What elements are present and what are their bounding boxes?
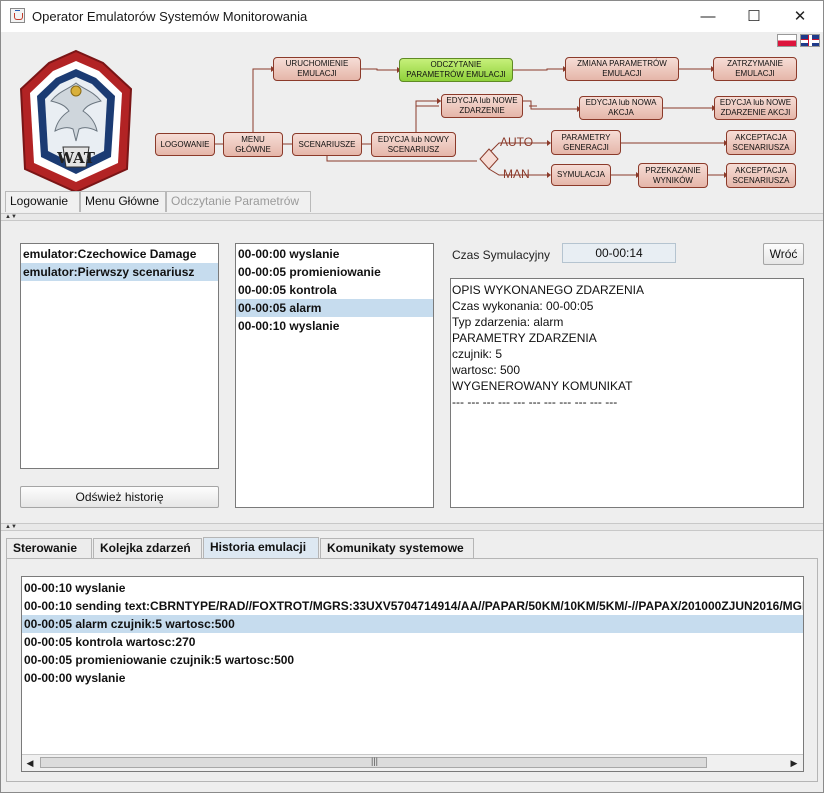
history-list[interactable]: 00-00:10 wyslanie 00-00:10 sending text:…	[21, 576, 804, 772]
list-item[interactable]: 00-00:05 kontrola	[236, 281, 433, 299]
history-row[interactable]: 00-00:05 promieniowanie czujnik:5 wartos…	[22, 651, 803, 669]
history-row[interactable]: 00-00:10 wyslanie	[22, 579, 803, 597]
scroll-right-icon[interactable]: ▶	[786, 755, 802, 771]
flow-zatrzymanie-emulacji[interactable]: ZATRZYMANIE EMULACJI	[713, 57, 797, 81]
sim-time-label: Czas Symulacyjny	[452, 248, 551, 262]
nav-tab-menu-glowne[interactable]: Menu Główne	[80, 191, 166, 212]
history-row[interactable]: 00-00:05 kontrola wartosc:270	[22, 633, 803, 651]
flow-zmiana-parametrow[interactable]: ZMIANA PARAMETRÓW EMULACJI	[565, 57, 679, 81]
nav-tab-logowanie[interactable]: Logowanie	[5, 191, 80, 212]
description-line: Typ zdarzenia: alarm	[452, 315, 564, 329]
history-row[interactable]: 00-00:05 alarm czujnik:5 wartosc:500	[22, 615, 803, 633]
tab-komunikaty-systemowe[interactable]: Komunikaty systemowe	[320, 538, 474, 558]
list-item[interactable]: 00-00:05 alarm	[236, 299, 433, 317]
splitter-arrows-icon[interactable]: ▲▼	[5, 214, 17, 221]
flow-scenariusze[interactable]: SCENARIUSZE	[292, 133, 362, 156]
flow-edycja-zdarzenie-akcji[interactable]: EDYCJA lub NOWE ZDARZENIE AKCJI	[714, 96, 797, 120]
description-line: --- --- --- --- --- --- --- --- --- --- …	[452, 395, 618, 409]
description-line: czujnik: 5	[452, 347, 503, 361]
sim-time-value: 00-00:14	[562, 243, 676, 263]
app-window: Operator Emulatorów Systemów Monitorowan…	[0, 0, 824, 793]
flow-akceptacja-scenariusza-man[interactable]: AKCEPTACJA SCENARIUSZA	[726, 163, 796, 188]
flow-menu-glowne[interactable]: MENU GŁÓWNE	[223, 132, 283, 157]
history-horizontal-scrollbar[interactable]: ◀ ||| ▶	[22, 754, 803, 771]
refresh-history-button[interactable]: Odśwież historię	[20, 486, 219, 508]
tab-sterowanie[interactable]: Sterowanie	[6, 538, 92, 558]
list-item[interactable]: 00-00:05 promieniowanie	[236, 263, 433, 281]
flow-logowanie[interactable]: LOGOWANIE	[155, 133, 215, 156]
bottom-splitter[interactable]: ▲▼	[1, 523, 823, 531]
scrollbar-grip-icon: |||	[371, 756, 379, 766]
flow-label-man: MAN	[503, 167, 530, 181]
description-line: WYGENEROWANY KOMUNIKAT	[452, 379, 633, 393]
flow-symulacja[interactable]: SYMULACJA	[551, 164, 611, 186]
description-line: Czas wykonania: 00-00:05	[452, 299, 594, 313]
history-row[interactable]: 00-00:00 wyslanie	[22, 669, 803, 687]
list-item[interactable]: emulator:Czechowice Damage	[21, 245, 218, 263]
scroll-left-icon[interactable]: ◀	[22, 755, 38, 771]
tab-historia-emulacji[interactable]: Historia emulacji	[203, 537, 319, 558]
description-line: wartosc: 500	[452, 363, 521, 377]
event-description: OPIS WYKONANEGO ZDARZENIA Czas wykonania…	[450, 278, 804, 508]
tab-kolejka-zdarzen[interactable]: Kolejka zdarzeń	[93, 538, 202, 558]
list-item[interactable]: 00-00:00 wyslanie	[236, 245, 433, 263]
history-row[interactable]: 00-00:10 sending text:CBRNTYPE/RAD//FOXT…	[22, 597, 803, 615]
flow-edycja-nowy-scenariusz[interactable]: EDYCJA lub NOWY SCENARIUSZ	[371, 132, 456, 157]
splitter-arrows-icon[interactable]: ▲▼	[5, 524, 17, 531]
flow-edycja-nowa-akcja[interactable]: EDYCJA lub NOWA AKCJA	[579, 96, 663, 120]
description-line: PARAMETRY ZDARZENIA	[452, 331, 597, 345]
nav-tab-odczytanie-parametrow: Odczytanie Parametrów	[166, 191, 311, 212]
flow-odczytanie-parametrow[interactable]: ODCZYTANIE PARAMETRÓW EMULACJI	[399, 58, 513, 82]
flow-label-auto: AUTO	[500, 135, 534, 149]
flow-uruchomienie-emulacji[interactable]: URUCHOMIENIE EMULACJI	[273, 57, 361, 81]
event-list[interactable]: 00-00:00 wyslanie 00-00:05 promieniowani…	[235, 243, 434, 508]
flow-parametry-generacji[interactable]: PARAMETRY GENERACJI	[551, 130, 621, 155]
top-splitter[interactable]: ▲▼	[1, 213, 823, 221]
list-item[interactable]: emulator:Pierwszy scenariusz	[21, 263, 218, 281]
flow-przekazanie-wynikow[interactable]: PRZEKAZANIE WYNIKÓW	[638, 163, 708, 188]
scrollbar-thumb[interactable]: |||	[40, 756, 707, 768]
description-line: OPIS WYKONANEGO ZDARZENIA	[452, 283, 645, 297]
back-button[interactable]: Wróć	[763, 243, 804, 265]
flow-edycja-nowe-zdarzenie[interactable]: EDYCJA lub NOWE ZDARZENIE	[441, 94, 523, 118]
flow-akceptacja-scenariusza-auto[interactable]: AKCEPTACJA SCENARIUSZA	[726, 130, 796, 155]
emulator-list[interactable]: emulator:Czechowice Damage emulator:Pier…	[20, 243, 219, 469]
list-item[interactable]: 00-00:10 wyslanie	[236, 317, 433, 335]
